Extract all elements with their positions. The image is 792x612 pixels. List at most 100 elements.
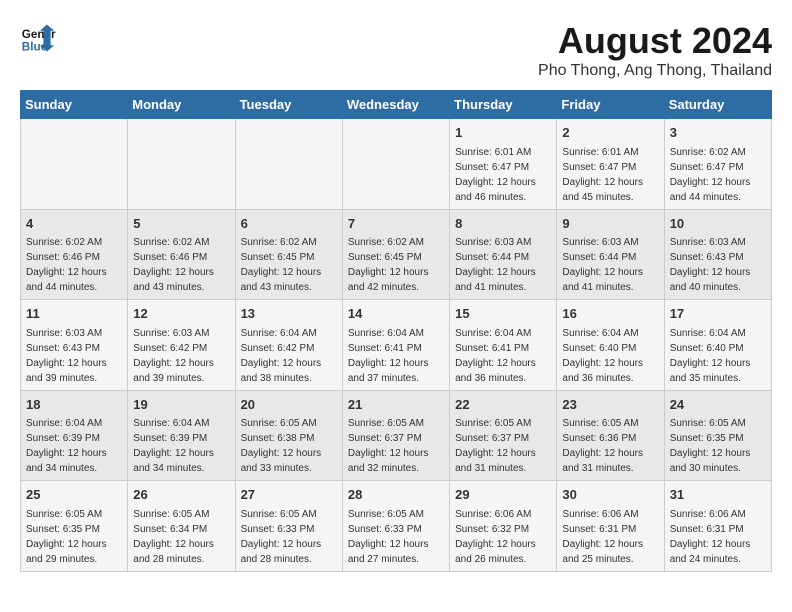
day-info: Sunrise: 6:05 AM Sunset: 6:35 PM Dayligh… xyxy=(670,416,766,476)
day-number: 9 xyxy=(562,214,658,234)
weekday-header-tuesday: Tuesday xyxy=(235,91,342,119)
day-number: 6 xyxy=(241,214,337,234)
calendar-cell: 10Sunrise: 6:03 AM Sunset: 6:43 PM Dayli… xyxy=(664,209,771,300)
month-title: August 2024 xyxy=(538,20,772,62)
day-info: Sunrise: 6:05 AM Sunset: 6:35 PM Dayligh… xyxy=(26,507,122,567)
day-info: Sunrise: 6:01 AM Sunset: 6:47 PM Dayligh… xyxy=(455,145,551,205)
day-info: Sunrise: 6:05 AM Sunset: 6:36 PM Dayligh… xyxy=(562,416,658,476)
day-info: Sunrise: 6:05 AM Sunset: 6:33 PM Dayligh… xyxy=(348,507,444,567)
day-info: Sunrise: 6:05 AM Sunset: 6:34 PM Dayligh… xyxy=(133,507,229,567)
calendar-cell: 15Sunrise: 6:04 AM Sunset: 6:41 PM Dayli… xyxy=(450,300,557,391)
day-info: Sunrise: 6:04 AM Sunset: 6:40 PM Dayligh… xyxy=(562,326,658,386)
day-number: 14 xyxy=(348,304,444,324)
calendar-table: SundayMondayTuesdayWednesdayThursdayFrid… xyxy=(20,90,772,572)
calendar-cell xyxy=(128,119,235,210)
calendar-cell: 16Sunrise: 6:04 AM Sunset: 6:40 PM Dayli… xyxy=(557,300,664,391)
title-block: August 2024 Pho Thong, Ang Thong, Thaila… xyxy=(538,20,772,80)
logo: General Blue xyxy=(20,20,56,56)
weekday-header-row: SundayMondayTuesdayWednesdayThursdayFrid… xyxy=(21,91,772,119)
calendar-cell: 18Sunrise: 6:04 AM Sunset: 6:39 PM Dayli… xyxy=(21,390,128,481)
day-number: 1 xyxy=(455,123,551,143)
week-row-4: 18Sunrise: 6:04 AM Sunset: 6:39 PM Dayli… xyxy=(21,390,772,481)
day-number: 29 xyxy=(455,485,551,505)
week-row-2: 4Sunrise: 6:02 AM Sunset: 6:46 PM Daylig… xyxy=(21,209,772,300)
weekday-header-monday: Monday xyxy=(128,91,235,119)
day-number: 30 xyxy=(562,485,658,505)
calendar-cell xyxy=(342,119,449,210)
day-info: Sunrise: 6:01 AM Sunset: 6:47 PM Dayligh… xyxy=(562,145,658,205)
day-info: Sunrise: 6:04 AM Sunset: 6:39 PM Dayligh… xyxy=(26,416,122,476)
day-number: 28 xyxy=(348,485,444,505)
day-info: Sunrise: 6:02 AM Sunset: 6:45 PM Dayligh… xyxy=(241,235,337,295)
day-number: 23 xyxy=(562,395,658,415)
calendar-cell: 6Sunrise: 6:02 AM Sunset: 6:45 PM Daylig… xyxy=(235,209,342,300)
day-number: 4 xyxy=(26,214,122,234)
weekday-header-friday: Friday xyxy=(557,91,664,119)
day-info: Sunrise: 6:02 AM Sunset: 6:45 PM Dayligh… xyxy=(348,235,444,295)
calendar-cell: 21Sunrise: 6:05 AM Sunset: 6:37 PM Dayli… xyxy=(342,390,449,481)
calendar-cell: 12Sunrise: 6:03 AM Sunset: 6:42 PM Dayli… xyxy=(128,300,235,391)
day-number: 11 xyxy=(26,304,122,324)
day-number: 21 xyxy=(348,395,444,415)
day-number: 22 xyxy=(455,395,551,415)
calendar-cell: 2Sunrise: 6:01 AM Sunset: 6:47 PM Daylig… xyxy=(557,119,664,210)
calendar-cell: 13Sunrise: 6:04 AM Sunset: 6:42 PM Dayli… xyxy=(235,300,342,391)
day-info: Sunrise: 6:02 AM Sunset: 6:46 PM Dayligh… xyxy=(26,235,122,295)
day-number: 13 xyxy=(241,304,337,324)
day-info: Sunrise: 6:02 AM Sunset: 6:46 PM Dayligh… xyxy=(133,235,229,295)
calendar-cell: 1Sunrise: 6:01 AM Sunset: 6:47 PM Daylig… xyxy=(450,119,557,210)
day-number: 19 xyxy=(133,395,229,415)
calendar-cell: 17Sunrise: 6:04 AM Sunset: 6:40 PM Dayli… xyxy=(664,300,771,391)
day-info: Sunrise: 6:04 AM Sunset: 6:40 PM Dayligh… xyxy=(670,326,766,386)
day-info: Sunrise: 6:05 AM Sunset: 6:37 PM Dayligh… xyxy=(348,416,444,476)
day-info: Sunrise: 6:04 AM Sunset: 6:41 PM Dayligh… xyxy=(455,326,551,386)
calendar-cell: 23Sunrise: 6:05 AM Sunset: 6:36 PM Dayli… xyxy=(557,390,664,481)
day-info: Sunrise: 6:06 AM Sunset: 6:32 PM Dayligh… xyxy=(455,507,551,567)
week-row-1: 1Sunrise: 6:01 AM Sunset: 6:47 PM Daylig… xyxy=(21,119,772,210)
calendar-cell: 29Sunrise: 6:06 AM Sunset: 6:32 PM Dayli… xyxy=(450,481,557,572)
week-row-5: 25Sunrise: 6:05 AM Sunset: 6:35 PM Dayli… xyxy=(21,481,772,572)
day-info: Sunrise: 6:06 AM Sunset: 6:31 PM Dayligh… xyxy=(562,507,658,567)
calendar-cell: 7Sunrise: 6:02 AM Sunset: 6:45 PM Daylig… xyxy=(342,209,449,300)
day-number: 24 xyxy=(670,395,766,415)
day-number: 17 xyxy=(670,304,766,324)
day-number: 2 xyxy=(562,123,658,143)
calendar-cell: 5Sunrise: 6:02 AM Sunset: 6:46 PM Daylig… xyxy=(128,209,235,300)
day-info: Sunrise: 6:06 AM Sunset: 6:31 PM Dayligh… xyxy=(670,507,766,567)
calendar-cell: 28Sunrise: 6:05 AM Sunset: 6:33 PM Dayli… xyxy=(342,481,449,572)
day-number: 16 xyxy=(562,304,658,324)
weekday-header-sunday: Sunday xyxy=(21,91,128,119)
day-info: Sunrise: 6:05 AM Sunset: 6:38 PM Dayligh… xyxy=(241,416,337,476)
day-number: 5 xyxy=(133,214,229,234)
day-number: 27 xyxy=(241,485,337,505)
calendar-cell xyxy=(235,119,342,210)
calendar-cell: 19Sunrise: 6:04 AM Sunset: 6:39 PM Dayli… xyxy=(128,390,235,481)
calendar-cell: 27Sunrise: 6:05 AM Sunset: 6:33 PM Dayli… xyxy=(235,481,342,572)
calendar-cell: 30Sunrise: 6:06 AM Sunset: 6:31 PM Dayli… xyxy=(557,481,664,572)
page-header: General Blue August 2024 Pho Thong, Ang … xyxy=(20,20,772,80)
calendar-cell: 25Sunrise: 6:05 AM Sunset: 6:35 PM Dayli… xyxy=(21,481,128,572)
calendar-cell: 9Sunrise: 6:03 AM Sunset: 6:44 PM Daylig… xyxy=(557,209,664,300)
day-number: 15 xyxy=(455,304,551,324)
calendar-cell: 20Sunrise: 6:05 AM Sunset: 6:38 PM Dayli… xyxy=(235,390,342,481)
day-info: Sunrise: 6:05 AM Sunset: 6:37 PM Dayligh… xyxy=(455,416,551,476)
calendar-cell: 4Sunrise: 6:02 AM Sunset: 6:46 PM Daylig… xyxy=(21,209,128,300)
day-info: Sunrise: 6:04 AM Sunset: 6:42 PM Dayligh… xyxy=(241,326,337,386)
calendar-cell xyxy=(21,119,128,210)
day-info: Sunrise: 6:04 AM Sunset: 6:41 PM Dayligh… xyxy=(348,326,444,386)
day-info: Sunrise: 6:03 AM Sunset: 6:44 PM Dayligh… xyxy=(455,235,551,295)
day-number: 20 xyxy=(241,395,337,415)
day-number: 31 xyxy=(670,485,766,505)
day-info: Sunrise: 6:03 AM Sunset: 6:44 PM Dayligh… xyxy=(562,235,658,295)
day-info: Sunrise: 6:02 AM Sunset: 6:47 PM Dayligh… xyxy=(670,145,766,205)
day-number: 8 xyxy=(455,214,551,234)
weekday-header-thursday: Thursday xyxy=(450,91,557,119)
day-info: Sunrise: 6:03 AM Sunset: 6:42 PM Dayligh… xyxy=(133,326,229,386)
calendar-cell: 22Sunrise: 6:05 AM Sunset: 6:37 PM Dayli… xyxy=(450,390,557,481)
calendar-cell: 14Sunrise: 6:04 AM Sunset: 6:41 PM Dayli… xyxy=(342,300,449,391)
day-number: 7 xyxy=(348,214,444,234)
day-info: Sunrise: 6:03 AM Sunset: 6:43 PM Dayligh… xyxy=(26,326,122,386)
weekday-header-wednesday: Wednesday xyxy=(342,91,449,119)
calendar-cell: 31Sunrise: 6:06 AM Sunset: 6:31 PM Dayli… xyxy=(664,481,771,572)
day-number: 18 xyxy=(26,395,122,415)
